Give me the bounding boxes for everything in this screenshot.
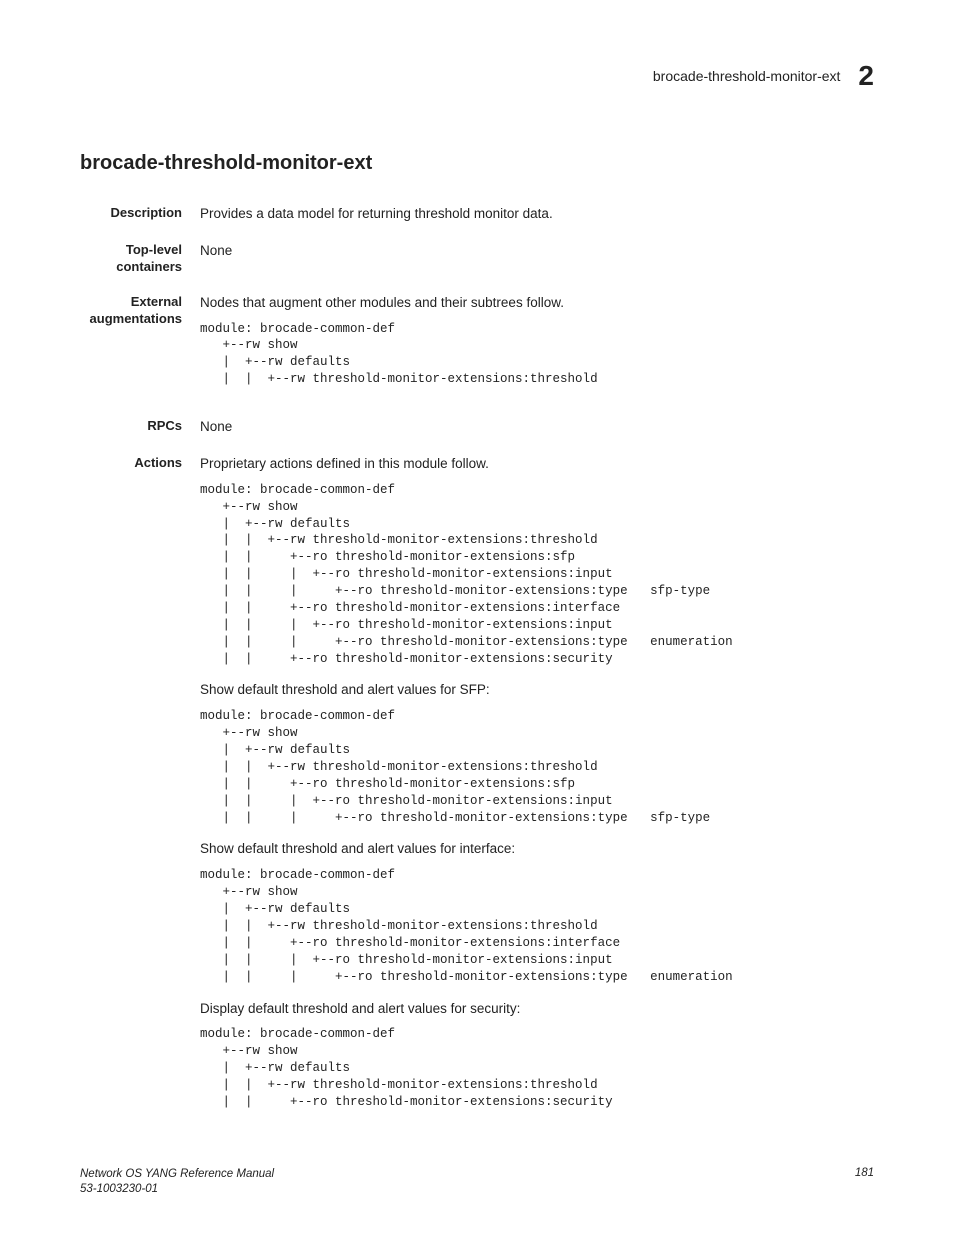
external-code: module: brocade-common-def +--rw show | … — [200, 321, 874, 389]
field-actions: Actions Proprietary actions defined in t… — [80, 455, 874, 1123]
external-text: Nodes that augment other modules and the… — [200, 294, 874, 313]
field-description: Description Provides a data model for re… — [80, 205, 874, 224]
label-external: External augmentations — [80, 294, 200, 328]
label-rpcs: RPCs — [80, 418, 200, 435]
actions-code1: module: brocade-common-def +--rw show | … — [200, 482, 874, 668]
actions-text: Proprietary actions defined in this modu… — [200, 455, 874, 474]
value-top-level: None — [200, 242, 874, 261]
header-title: brocade-threshold-monitor-ext — [653, 68, 841, 84]
value-rpcs: None — [200, 418, 874, 437]
value-description: Provides a data model for returning thre… — [200, 205, 874, 224]
value-actions: Proprietary actions defined in this modu… — [200, 455, 874, 1123]
page-header: brocade-threshold-monitor-ext 2 — [80, 60, 874, 92]
actions-code2: module: brocade-common-def +--rw show | … — [200, 708, 874, 826]
value-external: Nodes that augment other modules and the… — [200, 294, 874, 400]
actions-para3: Show default threshold and alert values … — [200, 840, 874, 859]
label-top-level: Top-level containers — [80, 242, 200, 276]
footer-docnum: 53-1003230-01 — [80, 1182, 274, 1197]
label-description: Description — [80, 205, 200, 222]
field-external: External augmentations Nodes that augmen… — [80, 294, 874, 400]
field-rpcs: RPCs None — [80, 418, 874, 437]
section-title: brocade-threshold-monitor-ext — [80, 152, 874, 175]
actions-code3: module: brocade-common-def +--rw show | … — [200, 867, 874, 985]
actions-code4: module: brocade-common-def +--rw show | … — [200, 1026, 874, 1110]
page-footer: Network OS YANG Reference Manual 53-1003… — [80, 1167, 874, 1197]
footer-left: Network OS YANG Reference Manual 53-1003… — [80, 1167, 274, 1197]
footer-page: 181 — [855, 1167, 874, 1179]
actions-para2: Show default threshold and alert values … — [200, 681, 874, 700]
field-top-level: Top-level containers None — [80, 242, 874, 276]
chapter-number: 2 — [858, 60, 874, 92]
label-actions: Actions — [80, 455, 200, 472]
footer-manual: Network OS YANG Reference Manual — [80, 1167, 274, 1182]
actions-para4: Display default threshold and alert valu… — [200, 1000, 874, 1019]
